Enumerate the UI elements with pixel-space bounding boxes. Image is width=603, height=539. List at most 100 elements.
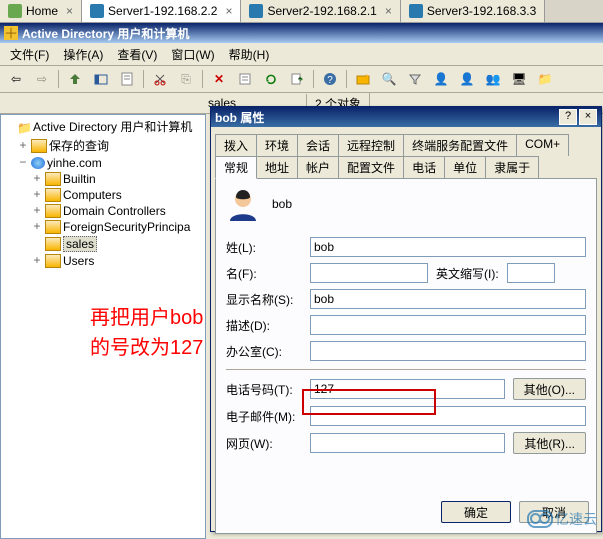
help-button[interactable]: ? [318,67,342,91]
tab-server1[interactable]: Server1-192.168.2.2× [82,0,241,22]
firstname-input[interactable] [310,263,428,283]
newuser-icon[interactable]: 👤 [455,67,479,91]
folder-icon [45,220,61,234]
refresh-button[interactable] [259,67,283,91]
folder-icon [45,237,61,251]
properties-button[interactable] [115,67,139,91]
lastname-label: 姓(L): [226,239,302,256]
tab-dialin[interactable]: 拨入 [215,134,257,156]
folder-icon [45,254,61,268]
office-input[interactable] [310,341,586,361]
tree-item[interactable]: +Domain Controllers [3,203,203,219]
export-button[interactable] [285,67,309,91]
email-label: 电子邮件(M): [226,408,302,425]
tree-item[interactable]: +Computers [3,187,203,203]
back-button[interactable]: ⇦ [4,67,28,91]
menu-view[interactable]: 查看(V) [111,44,163,65]
properties-dialog: bob 属性 ? × 拨入 环境 会话 远程控制 终端服务配置文件 COM+ 常… [210,106,602,532]
group-icon[interactable]: 👥 [481,67,505,91]
lastname-input[interactable] [310,237,586,257]
menu-file[interactable]: 文件(F) [4,44,55,65]
prop2-button[interactable] [233,67,257,91]
phone-input[interactable] [310,379,505,399]
web-other-button[interactable]: 其他(R)... [513,432,586,454]
tab-home[interactable]: Home× [0,0,82,22]
email-input[interactable] [310,406,586,426]
tree-panel[interactable]: 📁Active Directory 用户和计算机 +保存的查询 −yinhe.c… [0,114,206,539]
globe-icon [31,157,45,169]
tab-address[interactable]: 地址 [256,156,298,179]
menu-action[interactable]: 操作(A) [57,44,109,65]
folder-icon [45,188,61,202]
tab-account[interactable]: 帐户 [297,156,339,179]
close-icon[interactable]: × [385,4,392,18]
new-folder-icon[interactable] [351,67,375,91]
tab-memberof[interactable]: 隶属于 [485,156,539,179]
copy-button[interactable]: ⎘ [174,67,198,91]
dialog-titlebar[interactable]: bob 属性 ? × [211,107,601,127]
tree-item[interactable]: +Builtin [3,171,203,187]
tree-item[interactable]: +ForeignSecurityPrincipa [3,219,203,235]
desc-label: 描述(D): [226,317,302,334]
tree-domain[interactable]: −yinhe.com [3,155,203,171]
tab-terminal[interactable]: 终端服务配置文件 [403,134,517,156]
tab-profile[interactable]: 配置文件 [338,156,404,179]
window-titlebar: Active Directory 用户和计算机 [0,23,603,43]
tree-item-sales[interactable]: sales [3,235,203,253]
tree-saved-queries[interactable]: +保存的查询 [3,136,203,155]
folder-icon [45,204,61,218]
initials-input[interactable] [507,263,555,283]
username-display: bob [272,197,292,211]
cloud-icon [527,510,553,528]
display-label: 显示名称(S): [226,291,302,308]
tree-item[interactable]: +Users [3,253,203,269]
up-button[interactable] [63,67,87,91]
help-icon[interactable]: ? [559,109,577,125]
tab-session[interactable]: 会话 [297,134,339,156]
find-icon[interactable]: 🔍 [377,67,401,91]
user-head-icon [226,187,260,221]
tree-root[interactable]: 📁Active Directory 用户和计算机 [3,117,203,136]
firstname-label: 名(F): [226,265,302,282]
desc-input[interactable] [310,315,586,335]
close-icon[interactable]: × [579,109,597,125]
dialog-tabs-row2: 常规 地址 帐户 配置文件 电话 单位 隶属于 [211,155,601,178]
window-title: Active Directory 用户和计算机 [22,25,189,42]
dialog-tabs-row1: 拨入 环境 会话 远程控制 终端服务配置文件 COM+ [211,127,601,155]
phone-label: 电话号码(T): [226,381,302,398]
cut-button[interactable] [148,67,172,91]
tab-com[interactable]: COM+ [516,134,569,156]
tab-env[interactable]: 环境 [256,134,298,156]
office-label: 办公室(C): [226,343,302,360]
web-input[interactable] [310,433,505,453]
show-button[interactable] [89,67,113,91]
user-icon[interactable]: 👤 [429,67,453,91]
phone-other-button[interactable]: 其他(O)... [513,378,586,400]
dialog-body: bob 姓(L): 名(F):英文缩写(I): 显示名称(S): 描述(D): … [215,178,597,534]
dialog-title: bob 属性 [215,109,264,126]
filter-icon[interactable] [403,67,427,91]
web-label: 网页(W): [226,435,302,452]
forward-button[interactable]: ⇨ [30,67,54,91]
menu-help[interactable]: 帮助(H) [223,44,276,65]
delete-button[interactable]: ✕ [207,67,231,91]
tab-phone[interactable]: 电话 [403,156,445,179]
tab-server3[interactable]: Server3-192.168.3.3 [401,0,545,22]
folder-icon [45,172,61,186]
svg-text:?: ? [327,75,333,86]
tab-remote[interactable]: 远程控制 [338,134,404,156]
toolbar: ⇦ ⇨ ⎘ ✕ ? 🔍 👤 👤 👥 🖥 📁 [0,66,603,93]
tab-org[interactable]: 单位 [444,156,486,179]
close-icon[interactable]: × [225,4,232,18]
tab-general[interactable]: 常规 [215,156,257,179]
divider [226,369,586,370]
initials-label: 英文缩写(I): [436,265,499,282]
menu-window[interactable]: 窗口(W) [165,44,220,65]
app-icon [4,26,18,40]
close-icon[interactable]: × [66,4,73,18]
display-input[interactable] [310,289,586,309]
tab-server2[interactable]: Server2-192.168.2.1× [241,0,400,22]
computer-icon[interactable]: 🖥 [507,67,531,91]
ok-button[interactable]: 确定 [441,501,511,523]
ou-icon[interactable]: 📁 [533,67,557,91]
